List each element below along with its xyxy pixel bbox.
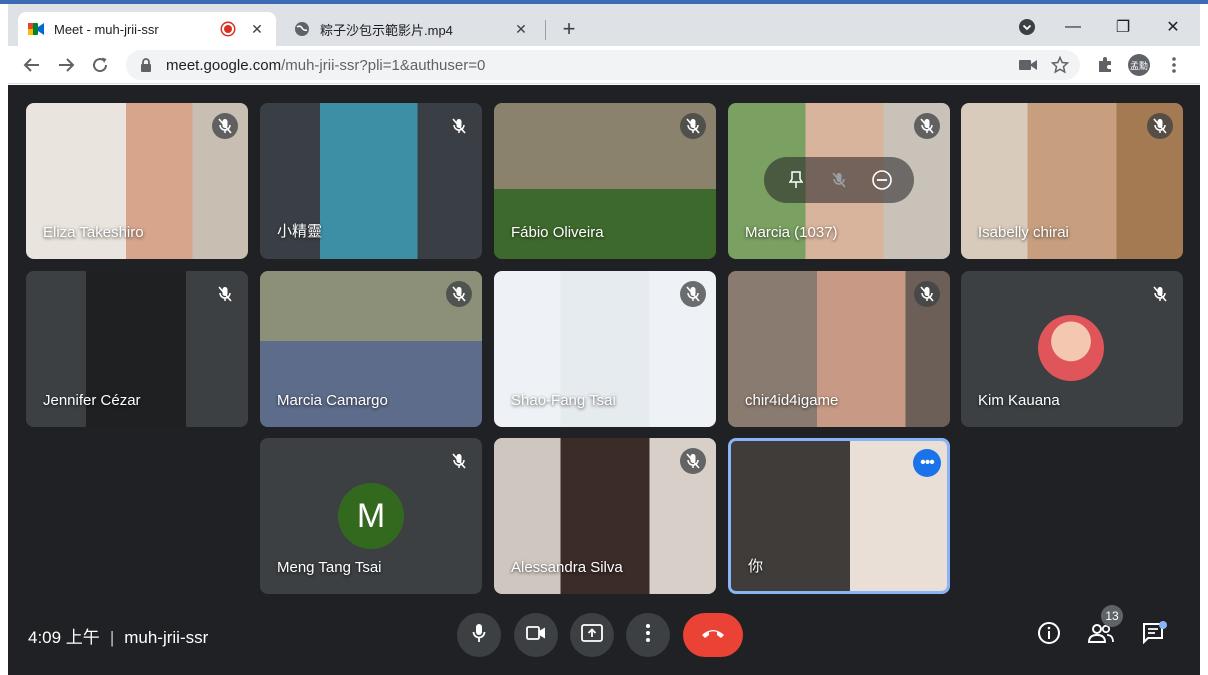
meet-stage: Eliza Takeshiro 小精靈 Fábio Oliveira Marci… <box>8 85 1200 675</box>
participant-name: chir4id4igame <box>745 392 839 409</box>
address-bar[interactable]: meet.google.com/muh-jrii-ssr?pli=1&authu… <box>126 50 1080 80</box>
participant-tile[interactable]: Eliza Takeshiro <box>26 103 248 259</box>
participant-tile[interactable]: Alessandra Silva <box>494 438 716 594</box>
meeting-code: muh-jrii-ssr <box>124 628 209 647</box>
close-tab-icon[interactable]: ✕ <box>512 20 530 38</box>
muted-mic-icon <box>1147 281 1173 307</box>
recording-indicator-icon <box>222 23 234 35</box>
muted-mic-icon <box>446 113 472 139</box>
lock-icon <box>140 58 154 72</box>
separator: | <box>109 628 115 647</box>
present-screen-button[interactable] <box>570 613 614 657</box>
participant-initial-avatar: M <box>338 483 404 549</box>
tab-strip: Meet - muh-jrii-ssr ✕ 粽子沙包示範影片.mp4 ✕ + —… <box>8 4 1200 46</box>
info-icon <box>1037 621 1061 650</box>
clock-time: 4:09 上午 <box>28 628 100 647</box>
minimize-button[interactable]: — <box>1058 12 1088 42</box>
back-arrow-icon[interactable] <box>20 53 44 77</box>
participant-name: 小精靈 <box>277 223 323 240</box>
globe-icon <box>294 21 310 37</box>
participant-count-badge: 13 <box>1101 605 1123 627</box>
microphone-button[interactable] <box>457 613 501 657</box>
close-window-button[interactable]: ✕ <box>1158 12 1188 42</box>
chat-notification-dot <box>1159 621 1167 629</box>
extensions-puzzle-icon[interactable] <box>1093 53 1117 77</box>
muted-mic-icon <box>680 281 706 307</box>
participant-avatar <box>1038 315 1104 381</box>
participant-name: Fábio Oliveira <box>511 224 604 241</box>
maximize-button[interactable]: ❐ <box>1108 12 1138 42</box>
participant-tile[interactable]: Marcia Camargo <box>260 271 482 427</box>
participant-name: 你 <box>748 558 764 575</box>
url-path: /muh-jrii-ssr?pli=1&authuser=0 <box>281 56 486 74</box>
microphone-icon <box>472 623 486 648</box>
url-host: meet.google.com <box>166 56 282 74</box>
participant-name: Eliza Takeshiro <box>43 224 144 241</box>
meeting-details-button[interactable] <box>1033 619 1065 651</box>
tab-separator <box>545 20 546 40</box>
meeting-info: 4:09 上午 | muh-jrii-ssr <box>28 623 208 648</box>
muted-mic-icon <box>914 113 940 139</box>
tab-meet[interactable]: Meet - muh-jrii-ssr ✕ <box>18 12 276 46</box>
participant-tile[interactable]: Marcia (1037) <box>728 103 950 259</box>
bookmark-star-icon[interactable] <box>1048 53 1072 77</box>
participant-name: Shao-Fang Tsai <box>511 392 616 409</box>
muted-mic-icon <box>914 281 940 307</box>
mute-participant-icon[interactable] <box>825 166 853 194</box>
hang-up-icon <box>700 626 726 644</box>
camera-button[interactable] <box>514 613 558 657</box>
tile-hover-controls <box>764 157 914 203</box>
forward-arrow-icon[interactable] <box>54 53 78 77</box>
pin-icon[interactable] <box>782 166 810 194</box>
muted-mic-icon <box>446 281 472 307</box>
muted-mic-icon <box>212 281 238 307</box>
close-tab-icon[interactable]: ✕ <box>248 20 266 38</box>
profile-avatar[interactable]: 孟勳 <box>1128 54 1150 76</box>
participant-tile[interactable]: Fábio Oliveira <box>494 103 716 259</box>
participant-tile[interactable]: Jennifer Cézar <box>26 271 248 427</box>
participant-tile[interactable]: Isabelly chirai <box>961 103 1183 259</box>
participant-name: Marcia Camargo <box>277 392 388 409</box>
participant-tile[interactable]: M Meng Tang Tsai <box>260 438 482 594</box>
tab-title: Meet - muh-jrii-ssr <box>54 21 159 37</box>
participant-tile[interactable]: 小精靈 <box>260 103 482 259</box>
camera-icon <box>526 625 546 645</box>
participant-tile[interactable]: Kim Kauana <box>961 271 1183 427</box>
camera-in-use-icon[interactable] <box>1016 53 1040 77</box>
participant-name: Meng Tang Tsai <box>277 559 382 576</box>
participant-tile[interactable]: chir4id4igame <box>728 271 950 427</box>
more-options-button[interactable] <box>626 613 670 657</box>
tab-title: 粽子沙包示範影片.mp4 <box>320 22 453 38</box>
more-vert-icon <box>646 623 650 647</box>
participant-tile[interactable]: Shao-Fang Tsai <box>494 271 716 427</box>
toolbar: meet.google.com/muh-jrii-ssr?pli=1&authu… <box>8 46 1200 84</box>
participant-name: Kim Kauana <box>978 392 1060 409</box>
muted-mic-icon <box>680 113 706 139</box>
more-options-icon[interactable]: ••• <box>913 449 941 477</box>
participant-name: Jennifer Cézar <box>43 392 141 409</box>
participant-name: Alessandra Silva <box>511 559 623 576</box>
self-view-tile[interactable]: ••• 你 <box>728 438 950 594</box>
participant-name: Isabelly chirai <box>978 224 1069 241</box>
leave-call-button[interactable] <box>683 613 743 657</box>
new-tab-button[interactable]: + <box>556 16 582 42</box>
muted-mic-icon <box>1147 113 1173 139</box>
reload-icon[interactable] <box>88 53 112 77</box>
muted-mic-icon <box>212 113 238 139</box>
present-screen-icon <box>581 623 603 647</box>
participant-name: Marcia (1037) <box>745 224 838 241</box>
tab-search-button[interactable] <box>1012 12 1042 42</box>
remove-participant-icon[interactable] <box>868 166 896 194</box>
muted-mic-icon <box>446 448 472 474</box>
browser-menu-icon[interactable] <box>1162 53 1186 77</box>
tab-video[interactable]: 粽子沙包示範影片.mp4 ✕ <box>284 12 540 46</box>
muted-mic-icon <box>680 448 706 474</box>
meet-favicon-icon <box>28 21 44 37</box>
